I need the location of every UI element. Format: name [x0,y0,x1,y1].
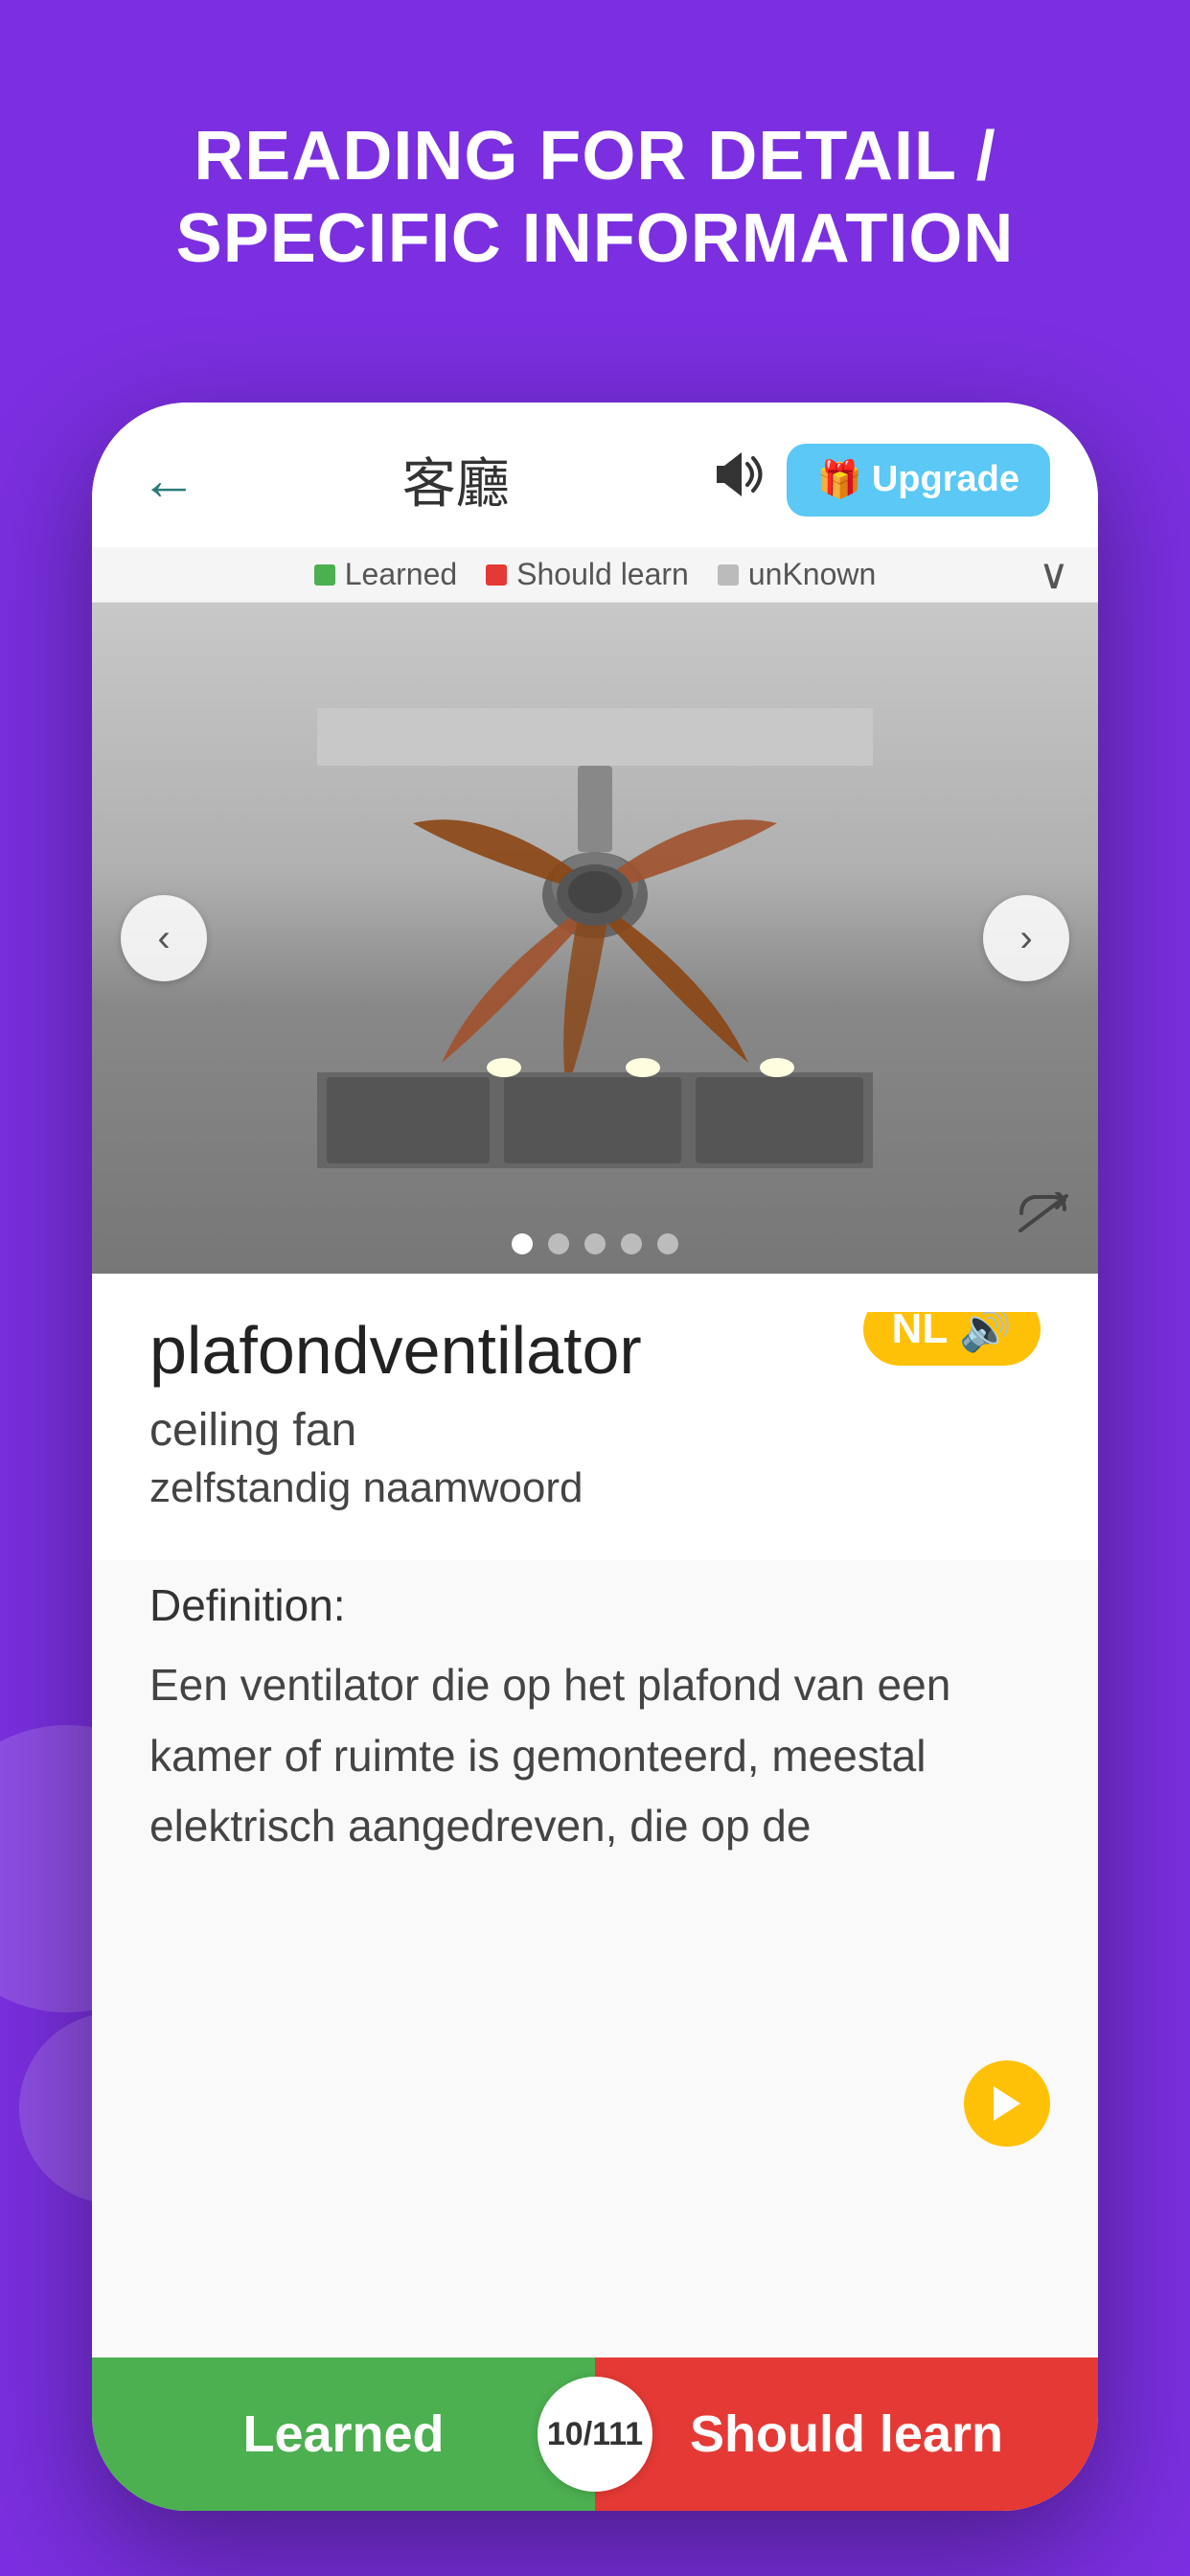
carousel-next-button[interactable]: › [983,895,1069,981]
upgrade-label: Upgrade [872,459,1019,500]
should-learn-label: Should learn [516,557,689,592]
upgrade-button[interactable]: 🎁 Upgrade [787,444,1050,517]
carousel-image [92,603,1098,1274]
audio-icon[interactable] [715,450,767,510]
learned-dot [314,564,335,586]
page-title: READING FOR DETAIL / SPECIFIC INFORMATIO… [77,115,1113,281]
carousel-dot-4[interactable] [621,1233,642,1254]
definition-section: Definition: Een ventilator die op het pl… [92,1560,1098,2358]
no-repeat-icon[interactable] [1017,1192,1069,1245]
carousel: ‹ › [92,603,1098,1274]
legend-bar: Learned Should learn unKnown ∨ [92,547,1098,603]
header-actions: 🎁 Upgrade [715,444,1050,517]
phone-frame: ← 客廳 🎁 Upgrade Learned [92,402,1098,2511]
header-title: 客廳 [402,441,510,518]
play-button[interactable] [964,2060,1050,2147]
carousel-dots [512,1233,678,1254]
bottom-action-bar: Learned Should learn 10/111 [92,2358,1098,2511]
word-pos: zelfstandig naamwoord [149,1464,1041,1512]
should-learn-button[interactable]: Should learn [595,2358,1098,2511]
word-translation: ceiling fan [149,1404,1041,1457]
unknown-dot [718,564,739,586]
carousel-dot-5[interactable] [657,1233,678,1254]
app-header: ← 客廳 🎁 Upgrade [92,402,1098,547]
language-badge[interactable]: NL 🔊 [863,1312,1041,1366]
carousel-dot-2[interactable] [548,1233,569,1254]
should-learn-dot [486,564,507,586]
carousel-dot-3[interactable] [584,1233,606,1254]
carousel-dot-1[interactable] [512,1233,533,1254]
learned-label: Learned [345,557,457,592]
definition-label: Definition: [149,1579,1041,1631]
ceiling-fan-illustration [317,708,873,1168]
back-button[interactable]: ← [140,451,197,509]
learned-button[interactable]: Learned [92,2358,595,2511]
phone-mockup: ← 客廳 🎁 Upgrade Learned [92,402,1098,2511]
language-badge-label: NL [892,1312,949,1353]
speaker-icon: 🔊 [959,1312,1012,1354]
legend-should-learn: Should learn [486,557,689,592]
upgrade-icon: 🎁 [817,459,862,501]
top-section: READING FOR DETAIL / SPECIFIC INFORMATIO… [0,0,1190,338]
progress-counter: 10/111 [538,2377,652,2492]
unknown-label: unKnown [748,557,876,592]
legend-learned: Learned [314,557,457,592]
legend-unknown: unKnown [718,557,876,592]
carousel-prev-button[interactable]: ‹ [121,895,207,981]
word-section: NL 🔊 plafondventilator ceiling fan zelfs… [92,1274,1098,1560]
definition-text: Een ventilator die op het plafond van ee… [149,1650,1041,1862]
legend-chevron-icon[interactable]: ∨ [1039,550,1069,599]
